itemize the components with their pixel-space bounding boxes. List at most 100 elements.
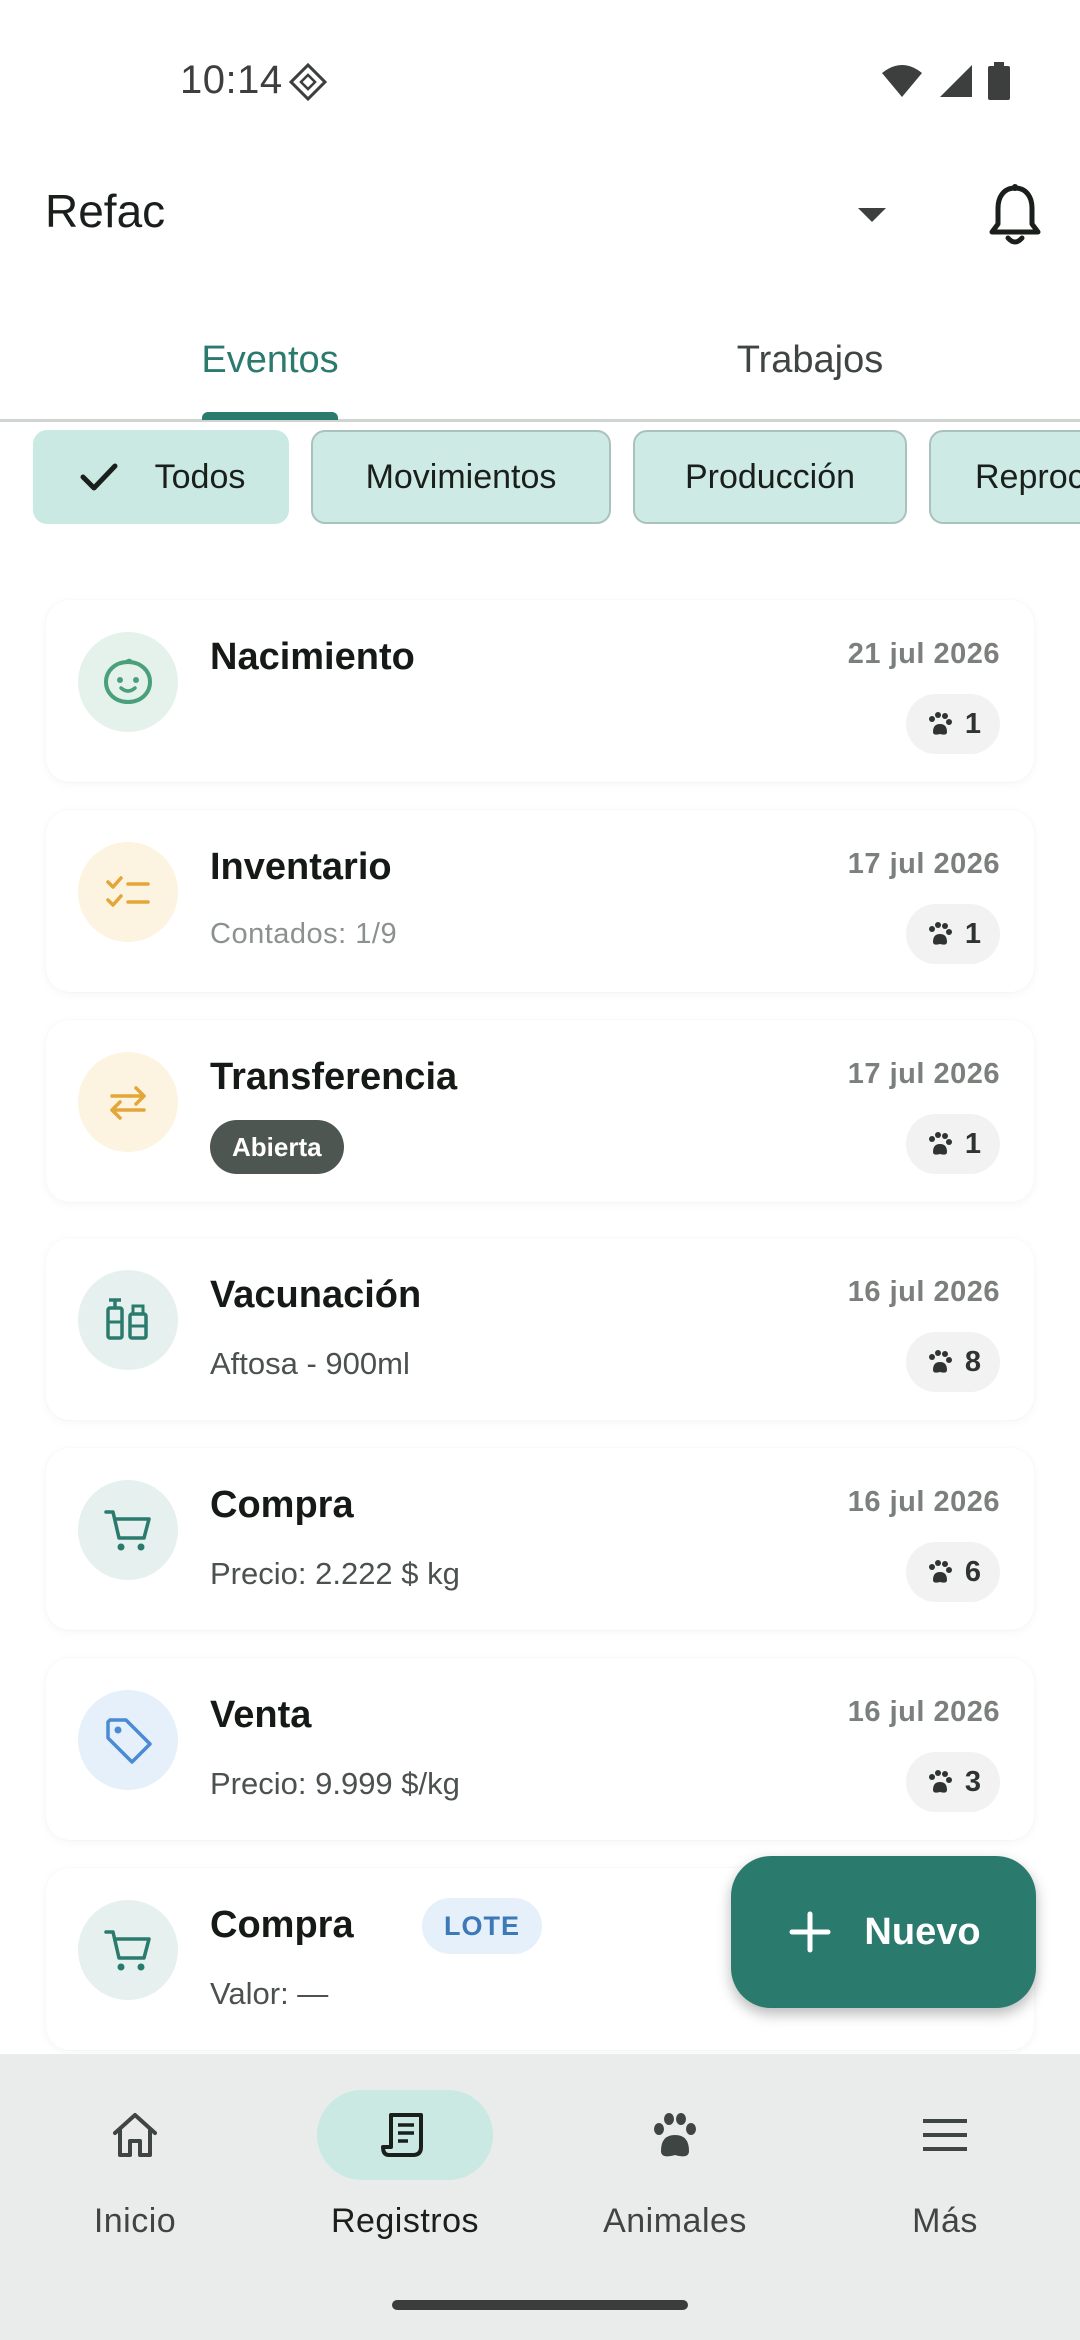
- baby-face-icon: [103, 658, 153, 705]
- animal-count: 8: [964, 1345, 982, 1378]
- bottom-navigation: Inicio Registros Animales Más: [0, 2054, 1080, 2340]
- event-subtitle: Precio: 2.222 $ kg: [210, 1556, 460, 1591]
- event-icon-bg: [78, 1052, 178, 1152]
- price-tag-icon: [106, 1718, 152, 1764]
- tab-eventos[interactable]: Eventos: [0, 300, 540, 420]
- event-subtitle: Valor: —: [210, 1976, 329, 2011]
- nav-registros[interactable]: Registros: [270, 2090, 540, 2270]
- event-card-inventario[interactable]: Inventario Contados: 1/9 17 jul 2026 1: [46, 810, 1034, 992]
- event-subtitle: Aftosa - 900ml: [210, 1346, 410, 1381]
- shopping-cart-icon: [104, 1930, 151, 1971]
- battery-icon: [988, 62, 1010, 100]
- event-card-transferencia[interactable]: Transferencia Abierta 17 jul 2026 1: [46, 1020, 1034, 1202]
- nav-label: Animales: [603, 2202, 747, 2240]
- event-icon-bg: [78, 842, 178, 942]
- nav-icon-container: [857, 2090, 1033, 2180]
- nav-icon-container: [587, 2090, 763, 2180]
- animal-count-badge: 1: [906, 904, 1000, 964]
- nav-label: Registros: [330, 2202, 480, 2240]
- nav-mas[interactable]: Más: [810, 2090, 1080, 2270]
- paw-icon: [928, 1132, 952, 1155]
- receipt-icon: [381, 2113, 423, 2157]
- animal-count: 1: [964, 1127, 982, 1160]
- plus-icon: [789, 1911, 831, 1953]
- paw-icon: [928, 712, 952, 735]
- home-icon: [113, 2113, 157, 2157]
- event-icon-bg: [78, 632, 178, 732]
- event-card-compra[interactable]: Compra Precio: 2.222 $ kg 16 jul 2026 6: [46, 1448, 1034, 1630]
- event-icon-bg: [78, 1480, 178, 1580]
- event-title: Compra: [210, 1484, 354, 1526]
- event-icon-bg: [78, 1900, 178, 2000]
- chip-produccion[interactable]: Producción: [633, 430, 907, 524]
- event-title: Inventario: [210, 846, 392, 888]
- chip-todos[interactable]: Todos: [33, 430, 289, 524]
- bell-icon[interactable]: [985, 182, 1045, 248]
- chip-reproduccion[interactable]: Reproc: [929, 430, 1080, 524]
- nav-icon-container: [317, 2090, 493, 2180]
- vaccine-vials-icon: [106, 1298, 148, 1340]
- animal-count: 3: [964, 1765, 982, 1798]
- event-date: 16 jul 2026: [847, 1276, 1000, 1308]
- nav-inicio[interactable]: Inicio: [0, 2090, 270, 2270]
- tab-indicator: [202, 412, 338, 420]
- chip-movimientos[interactable]: Movimientos: [311, 430, 611, 524]
- chip-label: Movimientos: [365, 457, 557, 496]
- animal-count: 6: [964, 1555, 982, 1588]
- event-title: Transferencia: [210, 1056, 458, 1098]
- event-card-vacunacion[interactable]: Vacunación Aftosa - 900ml 16 jul 2026 8: [46, 1238, 1034, 1420]
- transfer-arrows-icon: [110, 1086, 146, 1120]
- event-title: Vacunación: [210, 1274, 422, 1316]
- filter-chips: Todos Movimientos Producción Reproc: [0, 430, 1080, 524]
- event-title: Nacimiento: [210, 636, 415, 678]
- event-icon-bg: [78, 1690, 178, 1790]
- status-bar: 10:14: [0, 0, 1080, 160]
- nav-label: Inicio: [93, 2202, 177, 2240]
- animal-count-badge: 1: [906, 1114, 1000, 1174]
- paw-icon: [654, 2113, 696, 2157]
- animal-count-badge: 3: [906, 1752, 1000, 1812]
- event-date: 16 jul 2026: [847, 1486, 1000, 1518]
- fab-label: Nuevo: [864, 1910, 981, 1953]
- home-indicator[interactable]: [392, 2300, 688, 2310]
- lote-badge: LOTE: [422, 1898, 542, 1954]
- notification-diamond-icon: [288, 62, 328, 102]
- event-date: 17 jul 2026: [847, 848, 1000, 880]
- new-event-fab[interactable]: Nuevo: [731, 1856, 1036, 2008]
- animal-count: 1: [964, 707, 982, 740]
- tab-label: Eventos: [201, 338, 339, 381]
- app-bar: Refac: [0, 160, 1080, 260]
- tab-trabajos[interactable]: Trabajos: [540, 300, 1080, 420]
- tab-bar: Eventos Trabajos: [0, 300, 1080, 422]
- tab-label: Trabajos: [736, 338, 884, 381]
- event-date: 16 jul 2026: [847, 1696, 1000, 1728]
- status-time: 10:14: [180, 58, 283, 102]
- nav-label: Más: [912, 2202, 978, 2240]
- menu-icon: [923, 2119, 967, 2151]
- paw-icon: [928, 922, 952, 945]
- event-card-venta[interactable]: Venta Precio: 9.999 $/kg 16 jul 2026 3: [46, 1658, 1034, 1840]
- paw-icon: [928, 1560, 952, 1583]
- event-title: Compra: [210, 1904, 354, 1946]
- event-subtitle: Precio: 9.999 $/kg: [210, 1766, 460, 1801]
- event-card-nacimiento[interactable]: Nacimiento 21 jul 2026 1: [46, 600, 1034, 782]
- event-date: 21 jul 2026: [847, 638, 1000, 670]
- check-icon: [80, 463, 118, 491]
- chip-label: Producción: [684, 457, 856, 496]
- wifi-icon: [882, 65, 922, 97]
- status-badge: Abierta: [210, 1120, 344, 1174]
- event-title: Venta: [210, 1694, 312, 1736]
- nav-icon-container: [47, 2090, 223, 2180]
- chip-label: Todos: [154, 457, 246, 496]
- farm-selector-title[interactable]: Refac: [45, 184, 165, 238]
- dropdown-arrow-icon[interactable]: [852, 200, 892, 230]
- animal-count-badge: 8: [906, 1332, 1000, 1392]
- nav-animales[interactable]: Animales: [540, 2090, 810, 2270]
- event-date: 17 jul 2026: [847, 1058, 1000, 1090]
- checklist-icon: [106, 876, 150, 907]
- event-subtitle: Contados: 1/9: [210, 918, 398, 950]
- paw-icon: [928, 1770, 952, 1793]
- animal-count-badge: 6: [906, 1542, 1000, 1602]
- signal-icon: [940, 65, 972, 97]
- shopping-cart-icon: [104, 1510, 151, 1551]
